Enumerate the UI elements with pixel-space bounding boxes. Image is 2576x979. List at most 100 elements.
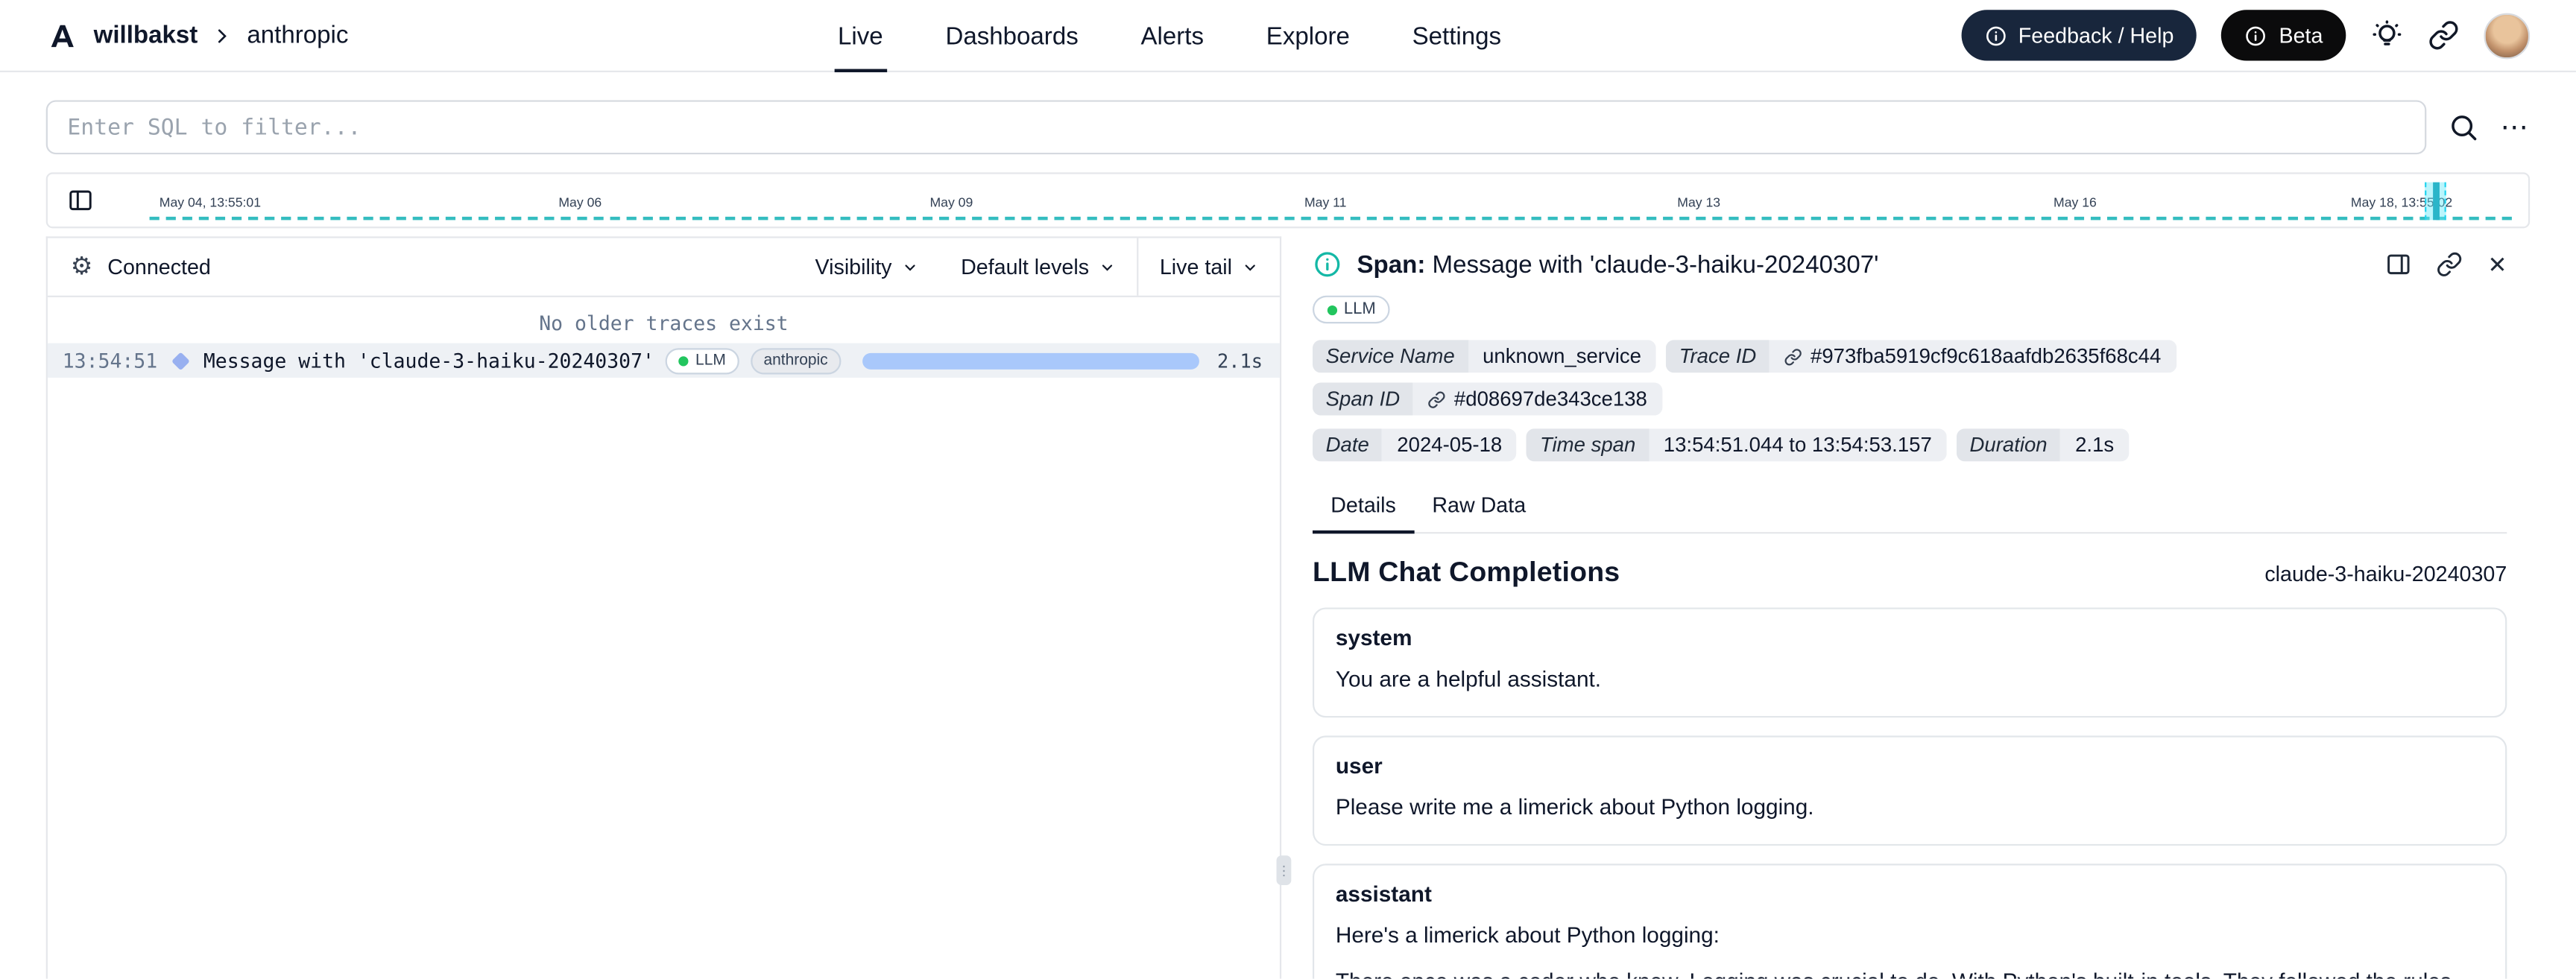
link-icon (1428, 390, 1446, 408)
main-split: ⚙ Connected Visibility Default levels Li… (45, 236, 2530, 979)
traces-panel: ⚙ Connected Visibility Default levels Li… (45, 236, 1282, 979)
trace-duration: 2.1s (1216, 349, 1263, 373)
beta-label: Beta (2279, 22, 2323, 48)
panel-resize-handle[interactable]: ⋮ (1276, 855, 1292, 885)
span-header: Span: Message with 'claude-3-haiku-20240… (1313, 250, 2507, 279)
llm-badge: LLM (666, 347, 739, 374)
timeline-tick-label: May 11 (1304, 195, 1347, 211)
span-meta-row-2: Date 2024-05-18 Time span 13:54:51.044 t… (1312, 428, 2507, 462)
tab-raw-data[interactable]: Raw Data (1414, 483, 1544, 532)
app-logo-icon[interactable] (46, 19, 79, 51)
info-circle-icon (1313, 250, 1342, 279)
model-name: claude-3-haiku-20240307 (2264, 561, 2507, 586)
filter-bar: ⋯ (45, 100, 2530, 155)
timeline-tick-label: May 09 (929, 195, 973, 211)
span-meta-row-1: Service Name unknown_service Trace ID #9… (1312, 340, 2507, 416)
service-name-pill: Service Name unknown_service (1312, 340, 1656, 373)
side-panel-icon (2386, 251, 2412, 277)
message-role: assistant (1335, 882, 1432, 907)
navbar-actions: Feedback / Help Beta (1960, 10, 2531, 61)
nav-tab-settings[interactable]: Settings (1412, 0, 1501, 72)
trace-id-pill[interactable]: Trace ID #973fba5919cf9c618aafdb2635f68c… (1666, 340, 2176, 373)
date-pill: Date 2024-05-18 (1312, 428, 1518, 462)
breadcrumb-project[interactable]: anthropic (247, 22, 348, 49)
lightbulb-icon[interactable] (2370, 19, 2403, 51)
message-role: user (1335, 754, 1383, 779)
expand-panel-button[interactable] (2386, 251, 2412, 277)
green-dot-icon (1327, 304, 1338, 315)
breadcrumb-org[interactable]: willbakst (94, 22, 198, 49)
timeline-selection[interactable] (2425, 182, 2446, 221)
span-title: Span: Message with 'claude-3-haiku-20240… (1357, 250, 1879, 279)
provider-badge: anthropic (750, 347, 842, 374)
chevron-right-icon (212, 25, 232, 45)
section-title: LLM Chat Completions (1312, 557, 1620, 589)
traces-panel-header: ⚙ Connected Visibility Default levels Li… (47, 238, 1280, 297)
nav-tab-explore[interactable]: Explore (1266, 0, 1350, 72)
chevron-down-icon (1099, 259, 1115, 275)
duration-pill: Duration 2.1s (1956, 428, 2130, 462)
no-older-traces-message: No older traces exist (539, 311, 789, 335)
ellipsis-icon: ⋯ (2500, 111, 2531, 143)
span-details-panel: Span: Message with 'claude-3-haiku-20240… (1298, 236, 2530, 979)
timeline-tick-label: May 04, 13:55:01 (159, 195, 262, 211)
time-span-pill: Time span 13:54:51.044 to 13:54:53.157 (1527, 428, 1947, 462)
gear-icon[interactable]: ⚙ (71, 255, 93, 279)
span-header-actions: ✕ (2386, 251, 2507, 277)
grip-icon: ⋮ (1277, 863, 1291, 878)
user-avatar[interactable] (2484, 12, 2531, 59)
nav-tab-dashboards[interactable]: Dashboards (945, 0, 1078, 72)
info-circle-icon (1984, 24, 2007, 47)
copy-link-button[interactable] (2437, 251, 2463, 277)
connection-status: Connected (107, 254, 211, 279)
message-content: Please write me a limerick about Python … (1335, 795, 1814, 820)
info-circle-icon (2244, 24, 2267, 47)
feedback-help-label: Feedback / Help (2018, 22, 2174, 48)
close-icon: ✕ (2487, 251, 2507, 278)
trace-row[interactable]: 13:54:51 Message with 'claude-3-haiku-20… (47, 343, 1280, 378)
span-tabs: Details Raw Data (1312, 483, 2507, 534)
main-nav: Live Dashboards Alerts Explore Settings (834, 0, 1501, 72)
app-root: willbakst anthropic Live Dashboards Aler… (0, 0, 2576, 979)
beta-button[interactable]: Beta (2221, 10, 2346, 61)
default-levels-dropdown[interactable]: Default levels (939, 238, 1137, 296)
sidebar-toggle-icon[interactable] (67, 187, 93, 213)
feedback-help-button[interactable]: Feedback / Help (1960, 10, 2197, 61)
panel-gutter: ⋮ (1276, 236, 1298, 978)
timeline-tick-label: May 13 (1677, 195, 1721, 211)
chevron-down-icon (1242, 259, 1258, 275)
completions-section-header: LLM Chat Completions claude-3-haiku-2024… (1313, 557, 2507, 589)
sql-filter-input[interactable] (45, 100, 2427, 155)
traces-panel-controls: Visibility Default levels Live tail (794, 238, 1280, 296)
message-content: Here's a limerick about Python logging: (1335, 923, 1720, 948)
chevron-down-icon (902, 259, 918, 275)
message-card-system: system You are a helpful assistant. (1312, 607, 2507, 718)
breadcrumb: willbakst anthropic (46, 19, 348, 51)
visibility-dropdown[interactable]: Visibility (794, 238, 940, 296)
span-diamond-icon (171, 351, 190, 370)
message-content: There once was a coder who knew, Logging… (1336, 966, 2484, 979)
message-role: system (1335, 625, 1412, 650)
llm-badge: LLM (1312, 295, 1391, 324)
timeline-density-line (149, 216, 2512, 221)
link-icon[interactable] (2428, 19, 2460, 51)
timeline-tick-label: May 06 (558, 195, 602, 211)
message-content: You are a helpful assistant. (1335, 666, 1602, 691)
timeline-tick-label: May 16 (2053, 195, 2097, 211)
search-button[interactable] (2448, 112, 2479, 143)
trace-timestamp: 13:54:51 (62, 349, 158, 373)
live-tail-dropdown[interactable]: Live tail (1138, 238, 1280, 296)
message-card-assistant: assistant Here's a limerick about Python… (1312, 864, 2507, 979)
green-dot-icon (679, 355, 689, 366)
nav-tab-live[interactable]: Live (834, 0, 886, 72)
span-id-pill[interactable]: Span ID #d08697de343ce138 (1312, 382, 1662, 416)
message-card-user: user Please write me a limerick about Py… (1312, 735, 2507, 847)
more-options-button[interactable]: ⋯ (2500, 113, 2530, 141)
nav-tab-alerts[interactable]: Alerts (1141, 0, 1205, 72)
duration-bar (862, 352, 1199, 369)
close-panel-button[interactable]: ✕ (2487, 253, 2507, 276)
tab-details[interactable]: Details (1312, 483, 1414, 534)
link-icon (1784, 347, 1802, 365)
navbar: willbakst anthropic Live Dashboards Aler… (0, 0, 2576, 72)
time-range-strip[interactable]: May 04, 13:55:01 May 06 May 09 May 11 Ma… (45, 172, 2531, 229)
